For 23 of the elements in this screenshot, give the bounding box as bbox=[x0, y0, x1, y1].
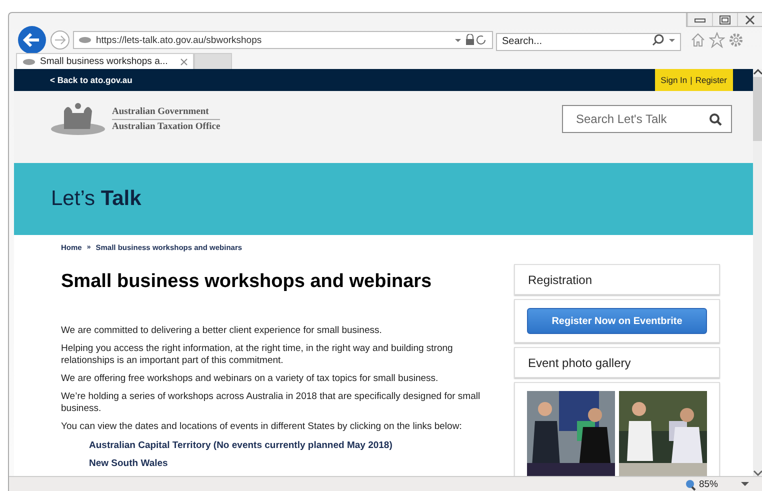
state-link[interactable]: Australian Capital Territory (No events currently planned May 2018) bbox=[89, 440, 482, 451]
logo-subtitle: Australian Taxation Office bbox=[112, 122, 220, 132]
browser-tab[interactable]: Small business workshops a... bbox=[16, 53, 194, 69]
separator: | bbox=[690, 75, 692, 85]
back-link[interactable]: < Back to ato.gov.au bbox=[50, 75, 132, 85]
paragraph: We are offering free workshops and webinars on a variety of tax topics for small business. bbox=[61, 373, 440, 385]
card-title: Registration bbox=[527, 272, 594, 289]
paragraph: You can view the dates and locations of events in different States by clicking on the links below: bbox=[61, 421, 463, 433]
card-title: Event photo gallery bbox=[527, 355, 632, 372]
search-field[interactable]: Search... bbox=[496, 32, 681, 50]
state-link[interactable]: New South Wales bbox=[89, 458, 482, 469]
paragraph: We are committed to delivering a better client experience for small business. bbox=[61, 325, 383, 337]
logo-title: Australian Government bbox=[112, 106, 220, 120]
banner-title: Let’s Talk bbox=[51, 187, 142, 211]
page-heading: Small business workshops and webinars bbox=[61, 271, 433, 293]
paragraph: Helping you access the right information, at the right time, in the right way and building strong relationships is an important part of this commitment. bbox=[61, 343, 454, 367]
register-link[interactable]: Register bbox=[695, 75, 727, 85]
zoom-level[interactable]: 85% bbox=[698, 479, 718, 490]
register-button[interactable]: Register Now on Eventbrite bbox=[527, 308, 707, 334]
search-field[interactable]: Search Let's Talk bbox=[562, 105, 732, 133]
paragraph: We’re holding a series of workshops across Australia in 2018 that are specifically designed for small business. bbox=[61, 391, 482, 415]
address-bar[interactable]: https://lets-talk.ato.gov.au/sbworkshops bbox=[73, 31, 493, 49]
sign-in-link[interactable]: Sign In bbox=[660, 75, 688, 85]
